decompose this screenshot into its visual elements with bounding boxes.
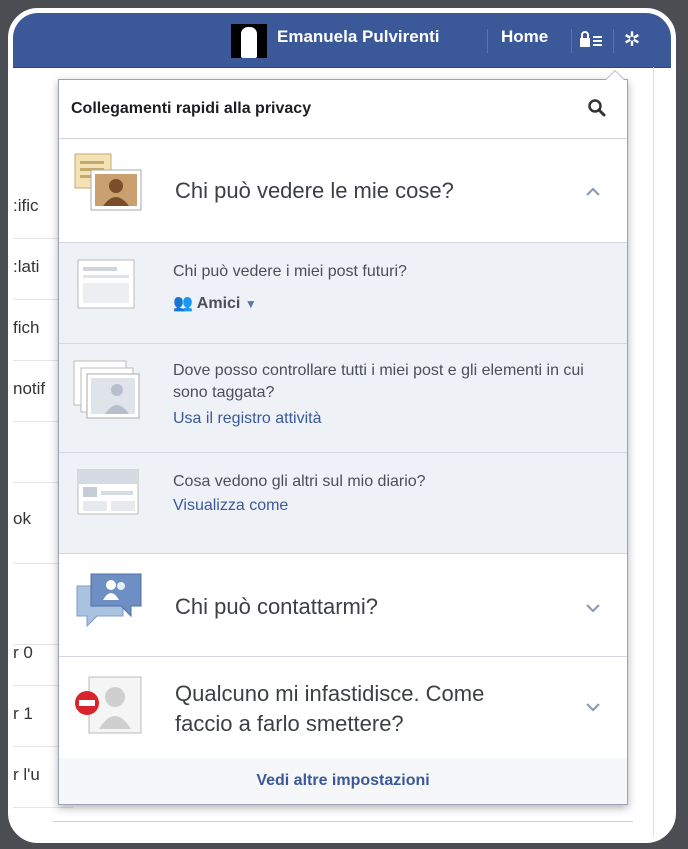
future-posts-setting: Chi può vedere i miei post futuri? 👥 Ami… [59, 243, 627, 344]
more-settings-link[interactable]: Vedi altre impostazioni [256, 772, 429, 790]
view-as-setting: Cosa vedono gli altri sul mio diario? Vi… [59, 453, 627, 554]
divider [653, 67, 654, 838]
chevron-up-icon[interactable] [583, 182, 603, 202]
setting-question: Cosa vedono gli altri sul mio diario? [173, 473, 426, 490]
divider [487, 29, 488, 53]
section-title-line1: Qualcuno mi infastidisce. Come [175, 681, 485, 706]
chevron-down-icon[interactable] [583, 697, 603, 717]
caret-down-icon: ▼ [244, 297, 257, 311]
photo-privacy-icon [74, 153, 142, 211]
timeline-icon [77, 469, 139, 515]
section-title: Chi può vedere le mie cose? [175, 178, 454, 203]
setting-question: Dove posso controllare tutti i miei post… [173, 362, 584, 401]
gear-icon[interactable]: ✲ [620, 27, 644, 53]
activity-log-setting: Dove posso controllare tutti i miei post… [59, 344, 627, 453]
profile-name-link[interactable]: Emanuela Pulvirenti [277, 27, 440, 47]
view-as-link[interactable]: Visualizza come [173, 497, 288, 515]
section-who-can-contact[interactable]: Chi può contattarmi? [59, 554, 627, 657]
popup-footer: Vedi altre impostazioni [59, 758, 627, 804]
audience-selector[interactable]: 👥 Amici ▼ [173, 293, 257, 313]
friends-icon: 👥 [173, 295, 193, 312]
divider [613, 29, 614, 53]
privacy-shortcuts-icon[interactable] [578, 31, 604, 51]
divider [53, 821, 633, 822]
setting-question: Chi può vedere i miei post futuri? [173, 263, 407, 280]
home-link[interactable]: Home [501, 27, 548, 47]
tagged-photos-icon [73, 360, 140, 419]
section-title-line2: faccio a farlo smettere? [175, 711, 404, 736]
popup-header: Collegamenti rapidi alla privacy [59, 80, 627, 139]
section-block-someone[interactable]: Qualcuno mi infastidisce. Come faccio a … [59, 657, 627, 759]
top-navigation-bar: Emanuela Pulvirenti Home ✲ [13, 13, 671, 68]
post-icon [77, 259, 135, 309]
popup-title: Collegamenti rapidi alla privacy [71, 100, 312, 117]
window-frame: Emanuela Pulvirenti Home ✲ :ific :lati f… [8, 8, 676, 843]
section-title: Chi può contattarmi? [175, 594, 378, 619]
divider [571, 29, 572, 53]
block-user-icon [75, 676, 142, 734]
audience-value: Amici [196, 295, 241, 312]
avatar[interactable] [231, 24, 267, 58]
popup-caret [605, 70, 625, 80]
activity-log-link[interactable]: Usa il registro attività [173, 410, 322, 428]
section-who-can-see[interactable]: Chi può vedere le mie cose? [59, 138, 627, 243]
chevron-down-icon[interactable] [583, 598, 603, 618]
messages-icon [76, 573, 142, 628]
search-icon[interactable] [587, 98, 607, 118]
privacy-shortcuts-popup: Collegamenti rapidi alla privacy Chi può… [58, 70, 628, 805]
